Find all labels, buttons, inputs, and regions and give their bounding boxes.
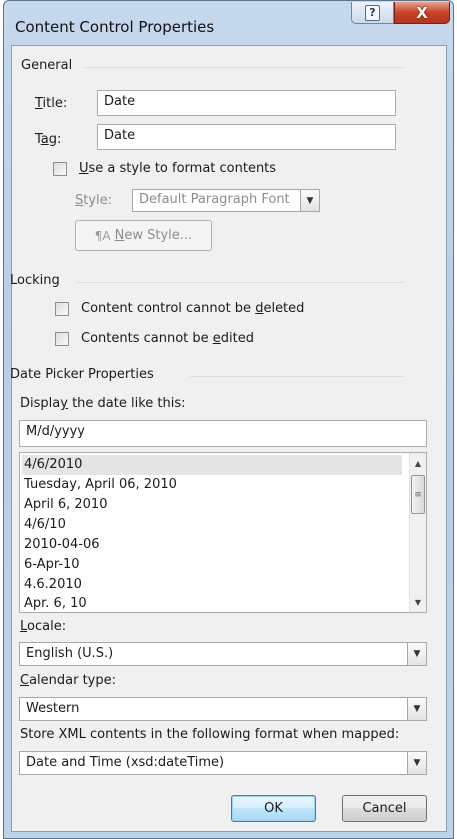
- general-section-heading: General: [21, 58, 73, 73]
- chevron-down-icon: ▼: [300, 190, 319, 211]
- cannot-delete-label[interactable]: Content control cannot be deleted: [81, 301, 304, 316]
- list-item[interactable]: 4.6.2010: [22, 575, 402, 595]
- scroll-up-icon[interactable]: ▲: [410, 455, 426, 472]
- date-picker-divider: [190, 376, 404, 377]
- xml-format-dropdown[interactable]: Date and Time (xsd:dateTime) ▼: [19, 751, 427, 775]
- dialog-window: Content Control Properties ? X General T…: [3, 0, 454, 839]
- scroll-thumb[interactable]: ≡: [411, 475, 425, 514]
- cancel-button[interactable]: Cancel: [342, 795, 427, 822]
- use-style-checkbox[interactable]: [53, 162, 67, 176]
- style-label: Style:: [75, 193, 113, 208]
- list-item[interactable]: Apr. 6, 10: [22, 594, 402, 612]
- title-bar[interactable]: Content Control Properties ? X: [4, 1, 453, 45]
- date-format-input[interactable]: M/d/yyyy: [19, 420, 427, 447]
- ok-button-label: OK: [264, 801, 283, 816]
- locking-divider: [77, 282, 404, 283]
- close-button[interactable]: X: [394, 2, 450, 24]
- window-title: Content Control Properties: [15, 18, 215, 36]
- help-button[interactable]: ?: [351, 2, 394, 24]
- display-date-label: Display the date like this:: [20, 396, 186, 411]
- new-style-icon: ¶A: [94, 228, 111, 243]
- ok-button[interactable]: OK: [231, 795, 316, 822]
- close-icon: X: [416, 3, 428, 22]
- list-item[interactable]: 2010-04-06: [22, 535, 402, 555]
- chevron-down-icon: ▼: [407, 643, 426, 665]
- locale-dropdown-value: English (U.S.): [26, 646, 114, 661]
- new-style-label: New Style...: [114, 228, 193, 243]
- calendar-type-dropdown-value: Western: [26, 701, 80, 716]
- list-item[interactable]: 6-Apr-10: [22, 555, 402, 575]
- locale-label: Locale:: [20, 619, 67, 634]
- tag-label: Tag:: [35, 132, 62, 147]
- general-divider: [84, 67, 404, 68]
- date-picker-section-heading: Date Picker Properties: [10, 367, 154, 382]
- title-label: Title:: [35, 96, 68, 111]
- cannot-delete-checkbox[interactable]: [55, 302, 69, 316]
- list-item[interactable]: April 6, 2010: [22, 495, 402, 515]
- scroll-down-icon[interactable]: ▼: [410, 594, 426, 611]
- tag-input[interactable]: Date: [97, 124, 396, 150]
- locale-dropdown[interactable]: English (U.S.) ▼: [19, 642, 427, 666]
- list-scrollbar[interactable]: ▲ ≡ ▼: [409, 453, 426, 612]
- new-style-button[interactable]: ¶A New Style...: [75, 220, 212, 251]
- use-style-label[interactable]: Use a style to format contents: [79, 161, 276, 176]
- help-icon: ?: [365, 4, 380, 21]
- list-item[interactable]: 4/6/2010: [22, 455, 402, 475]
- calendar-type-label: Calendar type:: [20, 673, 117, 688]
- style-dropdown-value: Default Paragraph Font: [139, 192, 290, 207]
- chevron-down-icon: ▼: [407, 698, 426, 720]
- cancel-button-label: Cancel: [362, 801, 407, 816]
- chevron-down-icon: ▼: [407, 752, 426, 774]
- calendar-type-dropdown[interactable]: Western ▼: [19, 697, 427, 721]
- cannot-edit-label[interactable]: Contents cannot be edited: [81, 331, 254, 346]
- date-format-list[interactable]: 4/6/2010 Tuesday, April 06, 2010 April 6…: [19, 452, 427, 613]
- xml-format-label: Store XML contents in the following form…: [20, 727, 400, 742]
- list-item[interactable]: 4/6/10: [22, 515, 402, 535]
- locking-section-heading: Locking: [10, 273, 60, 288]
- title-input[interactable]: Date: [97, 90, 396, 116]
- style-dropdown[interactable]: Default Paragraph Font ▼: [132, 189, 320, 212]
- cannot-edit-checkbox[interactable]: [55, 332, 69, 346]
- dialog-client-area: General Title: Date Tag: Date Use a styl…: [10, 45, 447, 832]
- xml-format-dropdown-value: Date and Time (xsd:dateTime): [26, 755, 225, 770]
- list-item[interactable]: Tuesday, April 06, 2010: [22, 475, 402, 495]
